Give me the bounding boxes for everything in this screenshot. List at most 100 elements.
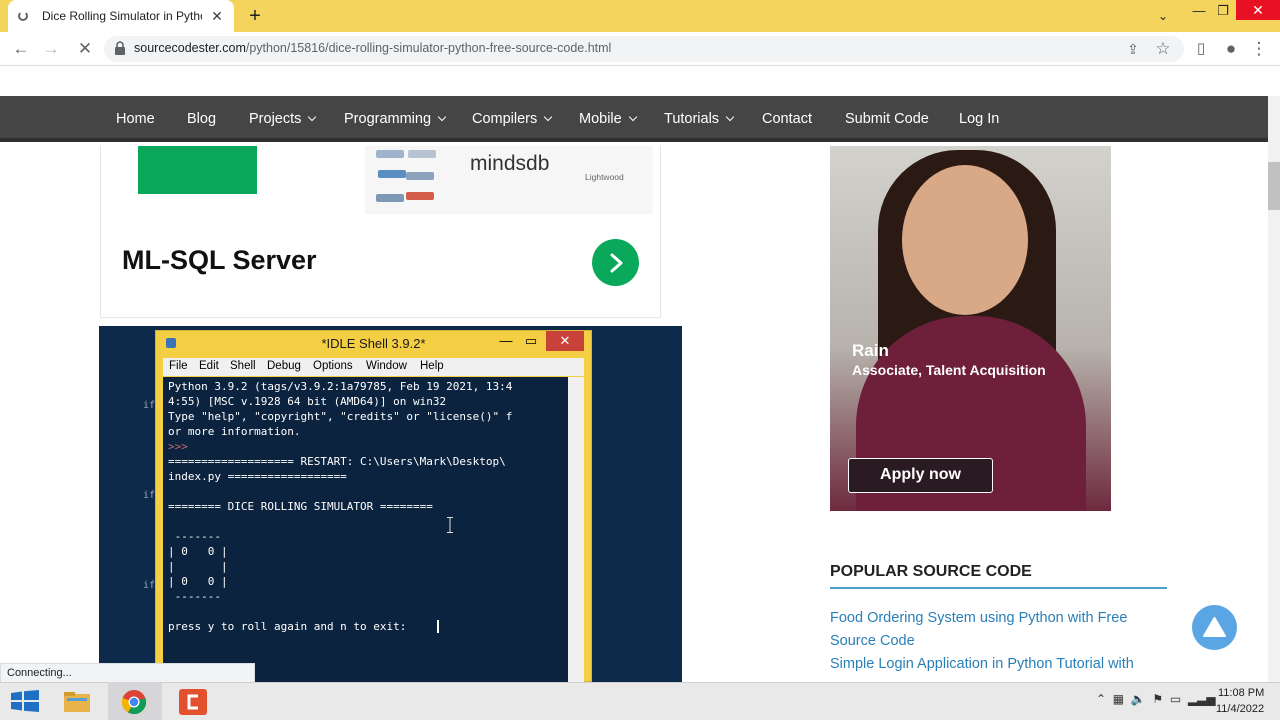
triangle-up-icon — [1203, 617, 1226, 637]
url-host: sourcecodester.com — [134, 41, 246, 55]
tab-search-chevron-icon[interactable]: ⌄ — [1154, 7, 1172, 25]
background-code-fragment: if — [143, 580, 156, 591]
shell-line: =================== RESTART: C:\Users\Ma… — [168, 455, 506, 468]
chevron-right-icon — [610, 253, 623, 273]
idle-scrollbar[interactable] — [568, 377, 584, 682]
shell-line: or more information. — [168, 425, 301, 438]
file-explorer-icon[interactable] — [52, 684, 102, 720]
chevron-down-icon — [628, 112, 637, 122]
nav-blog-label: Blog — [187, 111, 217, 127]
network-icon[interactable]: ▭ — [1170, 692, 1181, 706]
browser-menu-icon[interactable]: ⋮ — [1248, 38, 1270, 60]
nav-projects-label: Projects — [249, 111, 302, 127]
flag-icon[interactable]: ⚑ — [1152, 692, 1163, 706]
idle-menu-help[interactable]: Help — [420, 360, 444, 372]
chevron-down-icon — [544, 112, 553, 122]
ad-person-name: Rain — [852, 341, 889, 360]
partner-logo-icon — [378, 170, 406, 178]
profile-avatar-icon[interactable]: ● — [1220, 38, 1242, 60]
taskbar-clock-date[interactable]: 11/4/2022 — [1216, 703, 1264, 715]
camtasia-recorder-icon[interactable] — [178, 688, 208, 716]
text-cursor — [437, 620, 439, 633]
nav-compilers-label: Compilers — [472, 111, 538, 127]
chrome-icon[interactable] — [121, 689, 147, 715]
nav-mobile-label: Mobile — [579, 111, 622, 127]
nav-home-label: Home — [116, 111, 155, 127]
nav-submit-code[interactable]: Submit Code — [845, 108, 929, 130]
nav-tutorials[interactable]: Tutorials — [664, 108, 735, 130]
tray-expand-icon[interactable]: ⌃ — [1096, 692, 1106, 706]
address-url[interactable]: sourcecodester.com/python/15816/dice-rol… — [134, 41, 611, 57]
nav-contact[interactable]: Contact — [762, 108, 812, 130]
shell-input-prompt[interactable]: press y to roll again and n to exit: — [168, 619, 406, 634]
ad-photo-face — [902, 165, 1028, 315]
idle-menu-debug[interactable]: Debug — [267, 360, 301, 372]
ad-heading: ML-SQL Server — [122, 245, 317, 275]
nav-log-in[interactable]: Log In — [959, 108, 999, 130]
shell-line: Type "help", "copyright", "credits" or "… — [168, 410, 513, 423]
share-icon[interactable]: ⇪ — [1122, 38, 1144, 60]
nav-programming[interactable]: Programming — [344, 108, 447, 130]
page-top-band — [0, 67, 1268, 96]
idle-minimize-icon[interactable]: — — [497, 333, 515, 348]
back-arrow-icon[interactable]: ← — [10, 38, 32, 60]
partner-logo-icon — [406, 192, 434, 200]
background-code-fragment: if — [143, 400, 156, 411]
idle-close-icon[interactable]: ✕ — [546, 331, 584, 351]
apply-now-button[interactable]: Apply now — [848, 458, 993, 493]
shell-line: 4:55) [MSC v.1928 64 bit (AMD64)] on win… — [168, 395, 447, 408]
stop-loading-icon[interactable]: ✕ — [74, 38, 96, 60]
ad-partner-name: Lightwood — [585, 172, 624, 182]
tab-close-icon[interactable]: ✕ — [208, 7, 226, 25]
nav-home[interactable]: Home — [116, 108, 155, 130]
forward-arrow-icon[interactable]: → — [40, 38, 62, 60]
loading-spinner-icon — [18, 11, 28, 21]
url-path: /python/15816/dice-rolling-simulator-pyt… — [245, 41, 612, 55]
bookmark-star-icon[interactable]: ☆ — [1152, 38, 1174, 60]
page-scrollbar-thumb[interactable] — [1268, 162, 1280, 210]
lock-icon — [115, 41, 125, 55]
chevron-down-icon — [437, 112, 447, 122]
nav-blog[interactable]: Blog — [187, 108, 216, 130]
ad-brand-logo — [138, 146, 257, 194]
partner-logo-icon — [376, 150, 404, 158]
scroll-to-top-button[interactable] — [1192, 605, 1237, 650]
chevron-down-icon — [308, 112, 317, 122]
mouse-ibeam-cursor-icon — [447, 517, 453, 533]
partner-logo-icon — [408, 150, 436, 158]
tray-app-icon[interactable]: ▦ — [1113, 692, 1124, 706]
new-tab-plus-icon[interactable]: + — [244, 5, 266, 27]
nav-contact-label: Contact — [762, 111, 812, 127]
side-panel-icon[interactable]: ▯ — [1190, 38, 1212, 60]
windows-start-icon[interactable] — [11, 690, 39, 712]
taskbar-clock-time[interactable]: 11:08 PM — [1218, 687, 1264, 699]
ad-brand-name: mindsdb — [470, 152, 550, 175]
nav-compilers[interactable]: Compilers — [472, 108, 553, 130]
nav-tutorials-label: Tutorials — [664, 111, 720, 127]
nav-mobile[interactable]: Mobile — [579, 108, 637, 130]
status-bubble: Connecting... — [0, 663, 255, 683]
close-window-icon[interactable]: ✕ — [1236, 0, 1280, 20]
idle-menu-edit[interactable]: Edit — [199, 360, 219, 372]
partner-logo-icon — [376, 194, 404, 202]
signal-icon[interactable]: ▂▃▅ — [1188, 692, 1216, 706]
ad-go-button[interactable] — [592, 239, 639, 286]
idle-menu-shell[interactable]: Shell — [230, 360, 256, 372]
restore-window-icon[interactable]: ❐ — [1210, 0, 1236, 22]
system-tray[interactable]: ⌃ ▦ 🔈 ⚑ ▭ ▂▃▅ — [1096, 692, 1216, 712]
dice-line: | 0 0 | — [168, 545, 228, 558]
idle-menu-window[interactable]: Window — [366, 360, 407, 372]
partner-logo-icon — [406, 172, 434, 180]
popular-link[interactable]: Food Ordering System using Python with F… — [830, 607, 1160, 653]
idle-maximize-icon[interactable]: ▭ — [522, 333, 540, 349]
popular-source-code-heading: POPULAR SOURCE CODE — [830, 563, 1032, 580]
popular-link[interactable]: Simple Login Application in Python Tutor… — [830, 653, 1160, 682]
dice-line: | 0 0 | — [168, 575, 228, 588]
volume-icon[interactable]: 🔈 — [1131, 692, 1146, 706]
chevron-down-icon — [725, 112, 735, 122]
dice-line: ------- — [168, 590, 221, 603]
minimize-window-icon[interactable]: — — [1186, 0, 1212, 22]
idle-menu-file[interactable]: File — [169, 360, 188, 372]
nav-projects[interactable]: Projects — [249, 108, 317, 130]
idle-menu-options[interactable]: Options — [313, 360, 353, 372]
